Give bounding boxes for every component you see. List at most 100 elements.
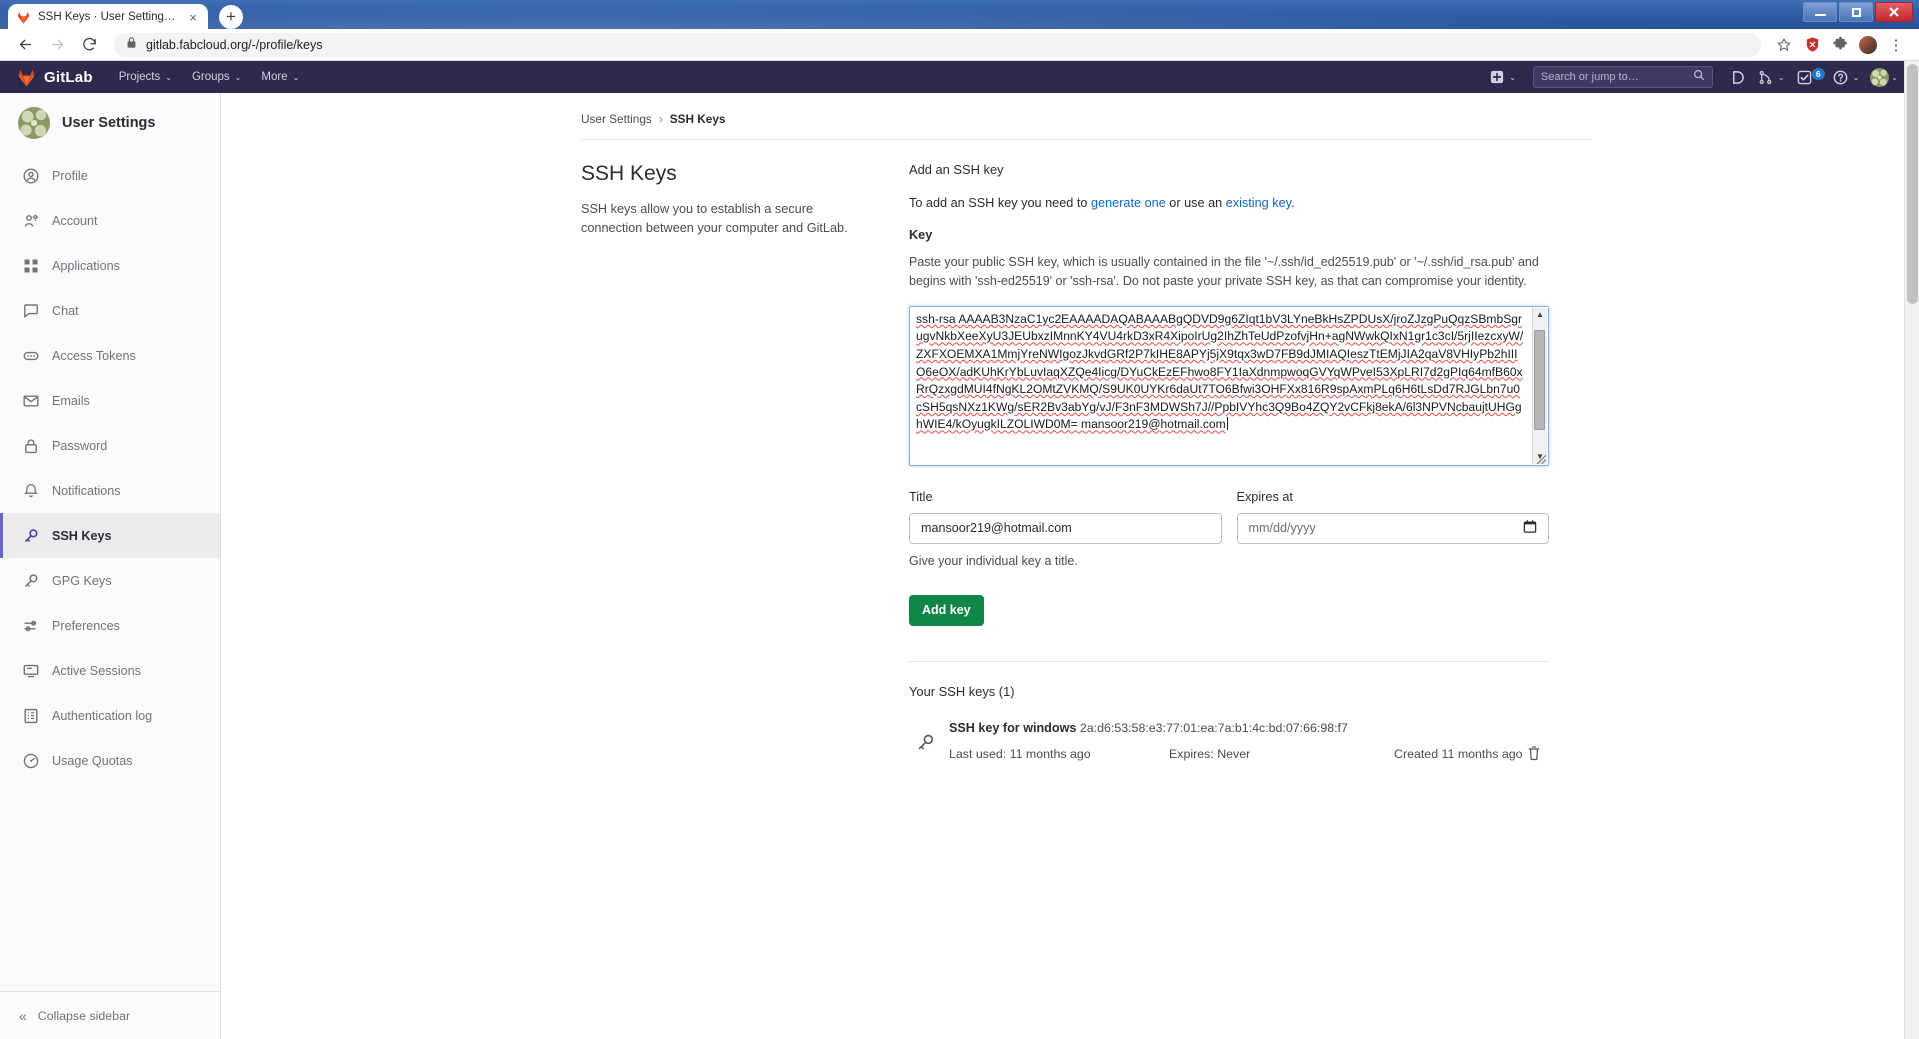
chevron-down-icon: ⌄ xyxy=(165,72,172,82)
browser-menu-button[interactable]: ⋮ xyxy=(1883,32,1909,58)
bookmark-star-icon[interactable] xyxy=(1771,32,1797,58)
log-list-icon xyxy=(22,707,39,724)
avatar xyxy=(18,107,50,139)
expires-date-input[interactable]: mm/dd/yyyy xyxy=(1236,512,1549,544)
search-input[interactable]: Search or jump to… xyxy=(1532,66,1713,88)
chevron-down-icon: ⌄ xyxy=(234,72,242,82)
textarea-scrollbar[interactable]: ▲ ▼ xyxy=(1532,307,1547,464)
ssh-key-fingerprint: 2a:d6:53:58:e3:77:01:ea:7a:b1:4c:bd:07:6… xyxy=(1079,720,1348,735)
ssh-key-textarea[interactable]: ssh-rsa AAAAB3NzaC1yc2EAAAADAQABAAABgQDV… xyxy=(909,305,1549,466)
user-avatar-button[interactable] xyxy=(1866,64,1892,90)
chevron-down-icon[interactable]: ⌄ xyxy=(1853,73,1860,82)
extensions-puzzle-icon[interactable] xyxy=(1827,32,1853,58)
nav-more-label: More xyxy=(261,71,288,83)
sidebar-item-profile[interactable]: Profile xyxy=(0,153,220,198)
title-input[interactable]: mansoor219@hotmail.com xyxy=(909,512,1222,544)
sidebar-item-authentication-log[interactable]: Authentication log xyxy=(0,693,220,738)
new-tab-button[interactable]: + xyxy=(219,5,243,29)
back-arrow-icon xyxy=(19,39,31,50)
restore-button[interactable] xyxy=(1839,2,1873,22)
key-field-label: Key xyxy=(909,228,933,243)
sidebar-item-usage-quotas[interactable]: Usage Quotas xyxy=(0,738,220,783)
close-button[interactable] xyxy=(1875,2,1913,22)
sidebar-item-preferences[interactable]: Preferences xyxy=(0,603,220,648)
tab-strip: SSH Keys · User Settings · GitLab × + xyxy=(0,0,1780,30)
nav-projects-label: Projects xyxy=(118,71,161,83)
sidebar-item-label: Access Tokens xyxy=(52,348,136,363)
double-chevron-left-icon: « xyxy=(19,1007,27,1024)
sidebar-item-label: Account xyxy=(52,213,98,228)
gitlab-wordmark: GitLab xyxy=(44,68,93,86)
your-ssh-keys-heading: Your SSH keys (1) xyxy=(909,683,1015,699)
form-heading: Add an SSH key xyxy=(909,162,1004,177)
minimize-button[interactable] xyxy=(1803,2,1837,22)
search-icon xyxy=(1693,68,1705,86)
back-button[interactable] xyxy=(10,31,40,59)
page-scrollbar-thumb[interactable] xyxy=(1907,64,1918,304)
add-key-button[interactable]: Add key xyxy=(909,594,984,626)
ssh-key-expires: Expires: Never xyxy=(1169,747,1251,762)
trash-icon[interactable] xyxy=(1527,745,1541,764)
browser-tab[interactable]: SSH Keys · User Settings · GitLab × xyxy=(8,4,208,30)
title-field-hint: Give your individual key a title. xyxy=(909,553,1078,568)
scroll-up-arrow[interactable]: ▲ xyxy=(1536,308,1544,322)
sidebar-item-password[interactable]: Password xyxy=(0,423,220,468)
section-divider xyxy=(909,660,1549,662)
title-field-group: Title mansoor219@hotmail.com xyxy=(909,490,1222,544)
browser-toolbar: gitlab.fabcloud.org/-/profile/keys ⋮ xyxy=(0,29,1919,61)
todos-button[interactable]: 6 xyxy=(1792,64,1826,90)
collapse-sidebar-button[interactable]: « Collapse sidebar xyxy=(0,991,220,1039)
issues-button[interactable] xyxy=(1725,64,1751,90)
sidebar-item-notifications[interactable]: Notifications xyxy=(0,468,220,513)
sidebar-item-gpg-keys[interactable]: GPG Keys xyxy=(0,558,220,603)
calendar-icon[interactable] xyxy=(1523,519,1537,537)
chevron-down-icon[interactable]: ⌄ xyxy=(1891,73,1898,82)
ssh-key-text: ssh-rsa AAAAB3NzaC1yc2EAAAADAQABAAABgQDV… xyxy=(916,311,1524,432)
help-question-icon xyxy=(1833,70,1848,84)
sidebar-item-chat[interactable]: Chat xyxy=(0,288,220,333)
resize-grip-icon[interactable] xyxy=(1534,452,1547,465)
chevron-down-icon[interactable]: ⌄ xyxy=(1778,73,1785,82)
chat-bubble-icon xyxy=(22,302,39,319)
reload-button[interactable] xyxy=(74,31,104,59)
gitlab-logo[interactable]: GitLab xyxy=(10,67,93,88)
forward-button[interactable] xyxy=(42,31,72,59)
merge-requests-button[interactable] xyxy=(1753,64,1779,90)
expires-placeholder: mm/dd/yyyy xyxy=(1248,521,1316,536)
nav-more[interactable]: More ⌄ xyxy=(251,61,309,93)
text-cursor xyxy=(1226,417,1228,431)
tab-close-icon[interactable]: × xyxy=(186,10,200,25)
sidebar-item-label: Password xyxy=(52,438,108,453)
form-intro-suffix: . xyxy=(1291,196,1295,210)
help-button[interactable] xyxy=(1828,64,1854,90)
breadcrumb-parent[interactable]: User Settings xyxy=(581,112,652,126)
address-bar[interactable]: gitlab.fabcloud.org/-/profile/keys xyxy=(114,32,1761,57)
key-field-help: Paste your public SSH key, which is usua… xyxy=(909,255,1539,289)
expires-field-group: Expires at mm/dd/yyyy xyxy=(1236,490,1549,544)
chevron-down-icon[interactable]: ⌄ xyxy=(1509,73,1516,82)
sidebar-item-account[interactable]: Account xyxy=(0,198,220,243)
sidebar-item-ssh-keys[interactable]: SSH Keys xyxy=(0,513,220,558)
scrollbar-thumb[interactable] xyxy=(1534,329,1545,430)
ssh-key-list-item: SSH key for windows 2a:d6:53:58:e3:77:01… xyxy=(909,721,1549,764)
user-settings-sidebar: User Settings Profile Account Applicatio… xyxy=(0,93,221,1039)
page-scrollbar[interactable]: ▲ xyxy=(1904,61,1919,1039)
adblock-shield-icon[interactable] xyxy=(1799,32,1825,58)
create-new-button[interactable] xyxy=(1484,64,1510,90)
sidebar-item-active-sessions[interactable]: Active Sessions xyxy=(0,648,220,693)
existing-key-link[interactable]: existing key xyxy=(1226,196,1291,210)
ssh-key-name[interactable]: SSH key for windows 2a:d6:53:58:e3:77:01… xyxy=(949,721,1549,735)
scrollbar-track[interactable] xyxy=(1533,322,1547,450)
sidebar-item-access-tokens[interactable]: Access Tokens xyxy=(0,333,220,378)
nav-projects[interactable]: Projects ⌄ xyxy=(109,61,182,93)
gitlab-navbar: GitLab Projects ⌄ Groups ⌄ More ⌄ ⌄ Sear… xyxy=(0,61,1919,93)
collapse-sidebar-label: Collapse sidebar xyxy=(37,1008,131,1023)
sidebar-item-emails[interactable]: Emails xyxy=(0,378,220,423)
generate-one-link[interactable]: generate one xyxy=(1091,196,1166,210)
applications-grid-icon xyxy=(22,257,39,274)
browser-profile-avatar[interactable] xyxy=(1855,32,1881,58)
sidebar-item-applications[interactable]: Applications xyxy=(0,243,220,288)
sidebar-header[interactable]: User Settings xyxy=(0,93,220,153)
main-content: User Settings › SSH Keys SSH Keys SSH ke… xyxy=(221,93,1919,1039)
nav-groups[interactable]: Groups ⌄ xyxy=(182,61,251,93)
